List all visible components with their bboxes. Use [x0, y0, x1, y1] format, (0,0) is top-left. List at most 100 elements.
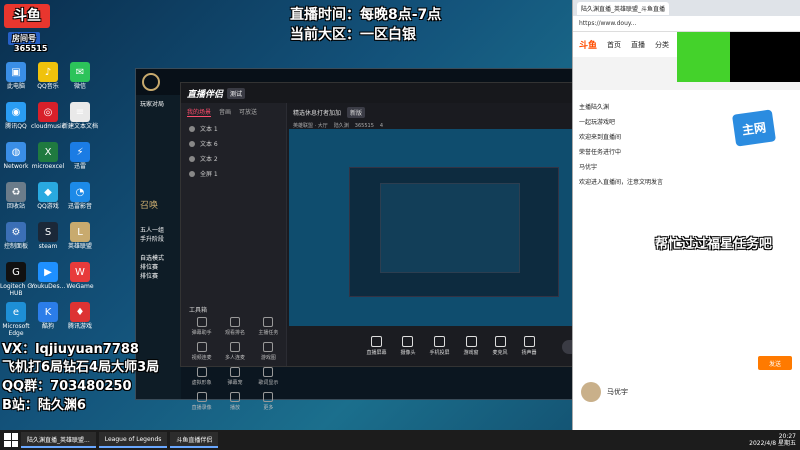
league-mode2[interactable]: 排位赛 [140, 262, 177, 271]
status-item: 陆久渊 [333, 123, 349, 129]
league-summon-text: 召唤 [140, 201, 159, 211]
bottom-tool-label: 扬声器 [521, 350, 537, 356]
sidebar-tabs[interactable]: 我的场景 音画 可放送 [181, 103, 286, 121]
black-overlay-block [730, 32, 800, 82]
bilibili-text: B站：陆久渊6 [2, 398, 86, 413]
bottom-tool[interactable]: 游戏窗 [464, 336, 479, 356]
bottom-tool-icon [433, 336, 445, 347]
companion-logo: 直播伴侣 [187, 89, 224, 100]
preview-canvas[interactable] [289, 129, 618, 327]
tool-button[interactable]: 歌词显示 [252, 367, 285, 386]
league-mode3[interactable]: 排位赛 [140, 271, 177, 280]
bottom-tool[interactable]: 麦克风 [493, 336, 508, 356]
taskbar-item[interactable]: League of Legends [98, 432, 168, 448]
status-item: 365515 [354, 122, 374, 129]
bottom-tool-icon [465, 336, 477, 347]
tool-icon [229, 342, 240, 352]
desktop-icon[interactable]: L 英雄联盟 [60, 222, 100, 251]
site-brand[interactable]: 斗鱼 [579, 38, 597, 51]
tool-button[interactable]: 视频连麦 [185, 342, 218, 361]
avatar [581, 382, 601, 402]
nested-preview-inner [380, 183, 520, 273]
desktop-icon-label: 迅雷 [73, 163, 86, 170]
bottom-tool-label: 麦克风 [492, 350, 508, 356]
tool-button[interactable]: 游戏图 [252, 342, 285, 361]
tool-icon [263, 367, 274, 377]
taskbar-item[interactable]: 斗鱼直播伴侣 [170, 432, 219, 448]
bottom-tool[interactable]: 扬声器 [522, 336, 537, 356]
tool-button[interactable]: 播放 [218, 392, 251, 411]
sidebar-tab[interactable]: 我的场景 [187, 107, 212, 117]
scene-item[interactable]: 文本 1 [181, 121, 286, 136]
tool-button[interactable]: 弹幕宠 [218, 367, 251, 386]
browser-tab-title[interactable]: 陆久渊直播_英雄联盟_斗鱼直播 [577, 1, 670, 15]
bottom-tool[interactable]: 摄像头 [400, 336, 415, 356]
system-tray[interactable]: 20:27 2022/4/8 星期五 [749, 433, 796, 447]
desktop-icon-label: 微信 [73, 83, 86, 90]
tray-time: 20:27 [778, 432, 796, 440]
eye-icon[interactable] [189, 170, 195, 177]
tool-label: 多人连麦 [224, 355, 245, 361]
taskbar-items[interactable]: 陆久渊直播_英雄联盟... League of Legends 斗鱼直播伴侣 [21, 432, 219, 448]
bottom-tool-label: 手机投屏 [429, 350, 450, 356]
league-mode1[interactable]: 自选模式 [140, 253, 177, 262]
room-number: 365515 [14, 44, 48, 53]
send-button[interactable]: 发送 [758, 356, 792, 370]
tool-icon [263, 392, 274, 402]
sidebar-tab[interactable]: 可放送 [239, 107, 257, 117]
desktop-icon[interactable]: ✉ 微信 [60, 62, 100, 91]
address-bar[interactable]: https://www.douy... [573, 16, 800, 32]
chat-user-card[interactable]: 马优宇 [581, 382, 628, 402]
scene-item[interactable]: 全屏 1 [181, 166, 286, 181]
toolbox-grid[interactable]: 弹幕助手 观看排名 主播任务视频连麦 多人连麦 游戏图虚拟形象 弹幕宠 歌词显示直播录像 播放… [185, 317, 285, 411]
app-icon: G [6, 262, 26, 282]
companion-header: 直播伴侣 测试 ─ ▢ ✕ [181, 83, 616, 103]
league-left-label: 玩家对局 [140, 101, 165, 108]
tool-icon [263, 342, 274, 352]
tool-button[interactable]: 更多 [252, 392, 285, 411]
site-nav-link[interactable]: 分类 [655, 40, 669, 50]
nested-preview [349, 167, 559, 297]
tool-button[interactable]: 观看排名 [218, 317, 251, 336]
league-sidebar: 玩家对局 召唤 五人一组 手升阶段 自选模式 排位赛 排位赛 [136, 95, 181, 399]
tool-button[interactable]: 主播任务 [252, 317, 285, 336]
sidebar-tab[interactable]: 音画 [219, 107, 231, 117]
eye-icon[interactable] [189, 155, 195, 162]
tool-label: 主播任务 [258, 330, 279, 336]
desktop-icon[interactable]: ≡ 新建文本文档 [60, 102, 100, 131]
eye-icon[interactable] [189, 125, 195, 132]
app-icon: K [38, 302, 58, 322]
league-line1: 五人一组 [140, 227, 165, 234]
main-tag: 新版 [347, 107, 366, 118]
tool-button[interactable]: 多人连麦 [218, 342, 251, 361]
taskbar-item[interactable]: 陆久渊直播_英雄联盟... [21, 432, 96, 448]
companion-sidebar: 我的场景 音画 可放送 文本 1 文本 6 文本 2 全屏 1 工具箱 弹幕助手 观看排名 主… [181, 103, 287, 411]
site-nav-link[interactable]: 直播 [631, 40, 645, 50]
app-icon: L [70, 222, 90, 242]
chat-message: 马优宇 [579, 164, 598, 171]
tool-button[interactable]: 弹幕助手 [185, 317, 218, 336]
desktop-icon[interactable]: ◔ 迅雷影音 [60, 182, 100, 211]
app-icon: ⚡ [70, 142, 90, 162]
browser-tabbar[interactable]: 陆久渊直播_英雄联盟_斗鱼直播 [573, 0, 800, 16]
tool-icon [196, 392, 207, 402]
scene-label: 文本 6 [200, 141, 218, 148]
tool-label: 游戏图 [260, 355, 276, 361]
site-nav-link[interactable]: 首页 [607, 40, 621, 50]
app-icon: ♦ [70, 302, 90, 322]
app-icon: ◉ [6, 102, 26, 122]
bottom-tool[interactable]: 手机投屏 [429, 336, 450, 356]
scene-item[interactable]: 文本 2 [181, 151, 286, 166]
windows-start-icon[interactable] [4, 433, 18, 447]
tool-button[interactable]: 直播录像 [185, 392, 218, 411]
bottom-tool[interactable]: 直播屏幕 [366, 336, 386, 356]
eye-icon[interactable] [189, 140, 195, 147]
desktop-icon[interactable]: ♦ 腾讯游戏 [60, 302, 100, 331]
desktop-icon[interactable]: W WeGame [60, 262, 100, 291]
scene-list[interactable]: 文本 1 文本 6 文本 2 全屏 1 [181, 121, 286, 181]
tool-button[interactable]: 虚拟形象 [185, 367, 218, 386]
desktop-icon[interactable]: ⚡ 迅雷 [60, 142, 100, 171]
tool-label: 弹幕宠 [227, 380, 243, 386]
companion-app-window[interactable]: 直播伴侣 测试 ─ ▢ ✕ 我的场景音画可放送 文本 1 文本 6 文本 2 全屏 1… [180, 82, 618, 411]
scene-item[interactable]: 文本 6 [181, 136, 286, 151]
